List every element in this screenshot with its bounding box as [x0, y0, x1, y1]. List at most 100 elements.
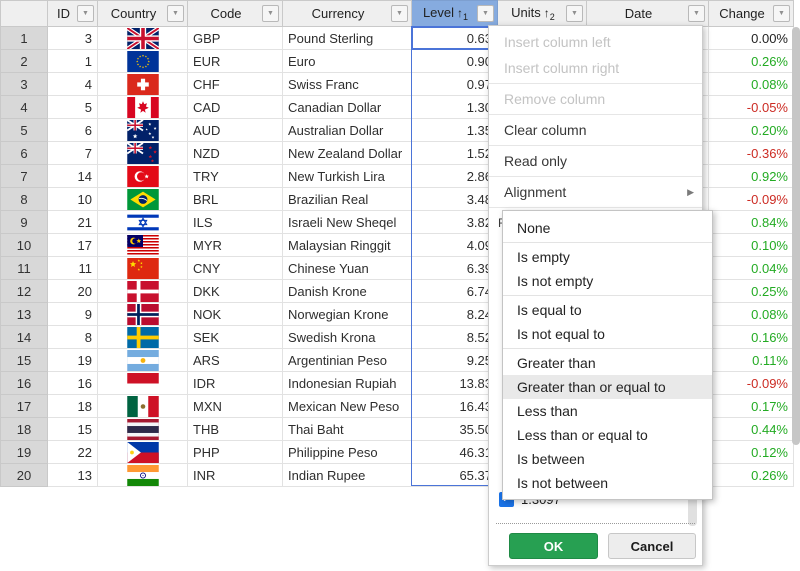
condition-option-less-than-or-equal-to[interactable]: Less than or equal to: [503, 423, 712, 447]
row-header[interactable]: 18: [1, 418, 48, 441]
ok-button[interactable]: OK: [509, 533, 598, 559]
row-header[interactable]: 7: [1, 165, 48, 188]
menu-item-clear-column[interactable]: Clear column: [489, 117, 702, 143]
cell-country[interactable]: [98, 234, 188, 257]
cell-change[interactable]: 0.04%: [709, 257, 794, 280]
cell-currency[interactable]: New Zealand Dollar: [283, 142, 412, 165]
cell-change[interactable]: 0.25%: [709, 280, 794, 303]
cell-code[interactable]: CAD: [188, 96, 283, 119]
row-header[interactable]: 10: [1, 234, 48, 257]
cell-change[interactable]: -0.05%: [709, 96, 794, 119]
row-header[interactable]: 6: [1, 142, 48, 165]
row-header[interactable]: 20: [1, 464, 48, 487]
cell-level[interactable]: 6.74: [412, 280, 498, 303]
cell-level[interactable]: 1.52: [412, 142, 498, 165]
condition-option-is-not-between[interactable]: Is not between: [503, 471, 712, 495]
cell-country[interactable]: [98, 372, 188, 395]
row-header[interactable]: 17: [1, 395, 48, 418]
cell-change[interactable]: 0.92%: [709, 165, 794, 188]
cell-country[interactable]: [98, 464, 188, 487]
cell-level[interactable]: 0.63: [412, 27, 498, 50]
cell-country[interactable]: [98, 257, 188, 280]
cell-country[interactable]: [98, 96, 188, 119]
cell-change[interactable]: 0.20%: [709, 119, 794, 142]
cell-code[interactable]: EUR: [188, 50, 283, 73]
corner-header[interactable]: [1, 1, 48, 27]
cell-level[interactable]: 16.43: [412, 395, 498, 418]
cell-id[interactable]: 14: [48, 165, 98, 188]
cell-currency[interactable]: Indonesian Rupiah: [283, 372, 412, 395]
row-header[interactable]: 3: [1, 73, 48, 96]
filter-dropdown-icon[interactable]: ▼: [773, 5, 790, 22]
cell-currency[interactable]: Norwegian Krone: [283, 303, 412, 326]
cell-country[interactable]: [98, 27, 188, 50]
cell-currency[interactable]: Australian Dollar: [283, 119, 412, 142]
cell-id[interactable]: 15: [48, 418, 98, 441]
row-header[interactable]: 16: [1, 372, 48, 395]
column-header-units[interactable]: Units↑2 ▼: [498, 1, 587, 27]
vertical-scrollbar-thumb[interactable]: [792, 27, 800, 445]
cell-code[interactable]: IDR: [188, 372, 283, 395]
cell-level[interactable]: 65.37: [412, 464, 498, 487]
cell-currency[interactable]: Philippine Peso: [283, 441, 412, 464]
cell-country[interactable]: [98, 142, 188, 165]
cell-change[interactable]: 0.12%: [709, 441, 794, 464]
cell-change[interactable]: 0.26%: [709, 464, 794, 487]
row-header[interactable]: 15: [1, 349, 48, 372]
filter-dropdown-icon[interactable]: ▼: [391, 5, 408, 22]
menu-item-alignment[interactable]: Alignment▶: [489, 179, 702, 205]
cell-country[interactable]: [98, 395, 188, 418]
filter-dropdown-icon[interactable]: ▼: [688, 5, 705, 22]
cell-country[interactable]: [98, 349, 188, 372]
condition-option-is-equal-to[interactable]: Is equal to: [503, 298, 712, 322]
cell-level[interactable]: 8.52: [412, 326, 498, 349]
row-header[interactable]: 8: [1, 188, 48, 211]
condition-option-less-than[interactable]: Less than: [503, 399, 712, 423]
cell-country[interactable]: [98, 326, 188, 349]
cell-code[interactable]: SEK: [188, 326, 283, 349]
column-header-currency[interactable]: Currency ▼: [283, 1, 412, 27]
cell-code[interactable]: AUD: [188, 119, 283, 142]
cancel-button[interactable]: Cancel: [608, 533, 696, 559]
row-header[interactable]: 12: [1, 280, 48, 303]
cell-change[interactable]: 0.17%: [709, 395, 794, 418]
cell-currency[interactable]: Thai Baht: [283, 418, 412, 441]
cell-id[interactable]: 9: [48, 303, 98, 326]
menu-item-insert-column-right[interactable]: Insert column right: [489, 55, 702, 81]
cell-currency[interactable]: New Turkish Lira: [283, 165, 412, 188]
cell-change[interactable]: 0.08%: [709, 73, 794, 96]
cell-level[interactable]: 6.39: [412, 257, 498, 280]
cell-country[interactable]: [98, 73, 188, 96]
cell-level[interactable]: 35.50: [412, 418, 498, 441]
cell-code[interactable]: PHP: [188, 441, 283, 464]
cell-code[interactable]: DKK: [188, 280, 283, 303]
cell-id[interactable]: 4: [48, 73, 98, 96]
cell-code[interactable]: CNY: [188, 257, 283, 280]
condition-option-greater-than-or-equal-to[interactable]: Greater than or equal to: [503, 375, 712, 399]
cell-code[interactable]: BRL: [188, 188, 283, 211]
cell-country[interactable]: [98, 418, 188, 441]
column-header-country[interactable]: Country ▼: [98, 1, 188, 27]
cell-code[interactable]: INR: [188, 464, 283, 487]
cell-id[interactable]: 11: [48, 257, 98, 280]
cell-currency[interactable]: Mexican New Peso: [283, 395, 412, 418]
cell-currency[interactable]: Chinese Yuan: [283, 257, 412, 280]
cell-id[interactable]: 21: [48, 211, 98, 234]
cell-id[interactable]: 10: [48, 188, 98, 211]
cell-level[interactable]: 0.97: [412, 73, 498, 96]
cell-level[interactable]: 46.31: [412, 441, 498, 464]
filter-dropdown-icon[interactable]: ▼: [477, 5, 494, 22]
cell-change[interactable]: 0.44%: [709, 418, 794, 441]
cell-id[interactable]: 22: [48, 441, 98, 464]
cell-level[interactable]: 3.82: [412, 211, 498, 234]
cell-level[interactable]: 8.24: [412, 303, 498, 326]
cell-currency[interactable]: Brazilian Real: [283, 188, 412, 211]
cell-level[interactable]: 4.09: [412, 234, 498, 257]
filter-dropdown-icon[interactable]: ▼: [262, 5, 279, 22]
cell-currency[interactable]: Danish Krone: [283, 280, 412, 303]
row-header[interactable]: 1: [1, 27, 48, 50]
condition-option-is-empty[interactable]: Is empty: [503, 245, 712, 269]
filter-dropdown-icon[interactable]: ▼: [167, 5, 184, 22]
cell-change[interactable]: 0.10%: [709, 234, 794, 257]
cell-id[interactable]: 8: [48, 326, 98, 349]
